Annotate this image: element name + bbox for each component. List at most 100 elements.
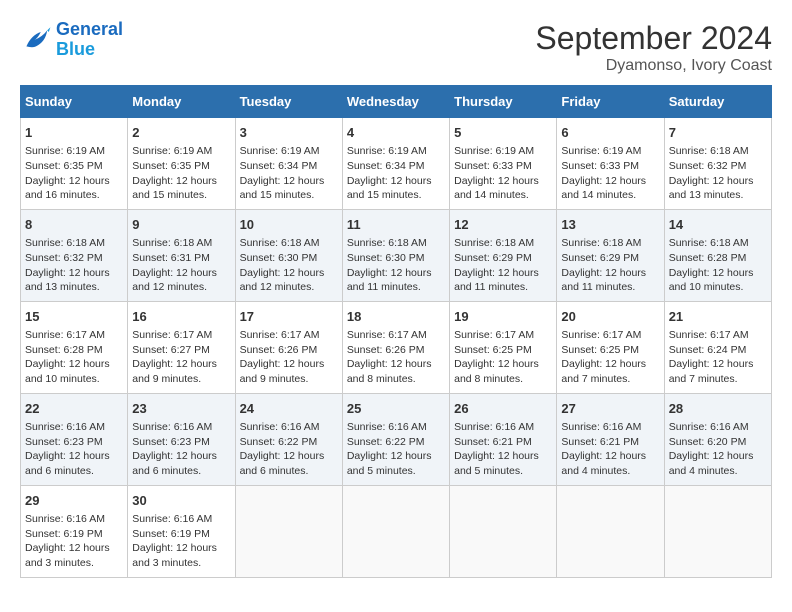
day-cell: [664, 485, 771, 577]
daylight-minutes: and 14 minutes.: [454, 189, 529, 201]
day-number: 4: [347, 124, 445, 142]
day-cell: 14 Sunrise: 6:18 AM Sunset: 6:28 PM Dayl…: [664, 209, 771, 301]
daylight-label: Daylight: 12 hours: [25, 542, 110, 554]
day-cell: 13 Sunrise: 6:18 AM Sunset: 6:29 PM Dayl…: [557, 209, 664, 301]
day-number: 14: [669, 216, 767, 234]
day-cell: 24 Sunrise: 6:16 AM Sunset: 6:22 PM Dayl…: [235, 393, 342, 485]
day-cell: 27 Sunrise: 6:16 AM Sunset: 6:21 PM Dayl…: [557, 393, 664, 485]
daylight-label: Daylight: 12 hours: [347, 358, 432, 370]
day-cell: 20 Sunrise: 6:17 AM Sunset: 6:25 PM Dayl…: [557, 301, 664, 393]
sunrise-label: Sunrise: 6:18 AM: [454, 237, 534, 249]
daylight-minutes: and 12 minutes.: [240, 281, 315, 293]
day-cell: 3 Sunrise: 6:19 AM Sunset: 6:34 PM Dayli…: [235, 118, 342, 210]
sunrise-label: Sunrise: 6:16 AM: [25, 513, 105, 525]
day-cell: 18 Sunrise: 6:17 AM Sunset: 6:26 PM Dayl…: [342, 301, 449, 393]
daylight-label: Daylight: 12 hours: [454, 358, 539, 370]
sunrise-label: Sunrise: 6:16 AM: [240, 421, 320, 433]
daylight-label: Daylight: 12 hours: [454, 175, 539, 187]
daylight-label: Daylight: 12 hours: [347, 450, 432, 462]
day-cell: 9 Sunrise: 6:18 AM Sunset: 6:31 PM Dayli…: [128, 209, 235, 301]
daylight-minutes: and 3 minutes.: [25, 557, 94, 569]
sunrise-label: Sunrise: 6:19 AM: [561, 145, 641, 157]
day-cell: 15 Sunrise: 6:17 AM Sunset: 6:28 PM Dayl…: [21, 301, 128, 393]
day-number: 29: [25, 492, 123, 510]
sunrise-label: Sunrise: 6:19 AM: [454, 145, 534, 157]
daylight-minutes: and 8 minutes.: [347, 373, 416, 385]
day-cell: 6 Sunrise: 6:19 AM Sunset: 6:33 PM Dayli…: [557, 118, 664, 210]
day-number: 7: [669, 124, 767, 142]
day-cell: [235, 485, 342, 577]
day-number: 23: [132, 400, 230, 418]
daylight-label: Daylight: 12 hours: [132, 450, 217, 462]
location-title: Dyamonso, Ivory Coast: [535, 57, 772, 75]
daylight-minutes: and 7 minutes.: [669, 373, 738, 385]
day-cell: 1 Sunrise: 6:19 AM Sunset: 6:35 PM Dayli…: [21, 118, 128, 210]
header-day-tuesday: Tuesday: [235, 86, 342, 118]
day-cell: 29 Sunrise: 6:16 AM Sunset: 6:19 PM Dayl…: [21, 485, 128, 577]
sunrise-label: Sunrise: 6:16 AM: [347, 421, 427, 433]
sunset-label: Sunset: 6:29 PM: [561, 252, 639, 264]
daylight-label: Daylight: 12 hours: [669, 450, 754, 462]
sunset-label: Sunset: 6:23 PM: [132, 436, 210, 448]
sunrise-label: Sunrise: 6:17 AM: [454, 329, 534, 341]
sunrise-label: Sunrise: 6:16 AM: [132, 421, 212, 433]
sunset-label: Sunset: 6:33 PM: [561, 160, 639, 172]
sunrise-label: Sunrise: 6:16 AM: [132, 513, 212, 525]
day-cell: 5 Sunrise: 6:19 AM Sunset: 6:33 PM Dayli…: [450, 118, 557, 210]
day-number: 2: [132, 124, 230, 142]
day-number: 17: [240, 308, 338, 326]
daylight-minutes: and 11 minutes.: [561, 281, 635, 293]
daylight-label: Daylight: 12 hours: [240, 175, 325, 187]
sunrise-label: Sunrise: 6:16 AM: [669, 421, 749, 433]
day-number: 3: [240, 124, 338, 142]
sunrise-label: Sunrise: 6:19 AM: [132, 145, 212, 157]
daylight-minutes: and 8 minutes.: [454, 373, 523, 385]
sunrise-label: Sunrise: 6:17 AM: [132, 329, 212, 341]
day-number: 5: [454, 124, 552, 142]
sunrise-label: Sunrise: 6:18 AM: [669, 145, 749, 157]
day-cell: 26 Sunrise: 6:16 AM Sunset: 6:21 PM Dayl…: [450, 393, 557, 485]
day-cell: 11 Sunrise: 6:18 AM Sunset: 6:30 PM Dayl…: [342, 209, 449, 301]
daylight-minutes: and 4 minutes.: [669, 465, 738, 477]
daylight-label: Daylight: 12 hours: [561, 267, 646, 279]
day-number: 28: [669, 400, 767, 418]
daylight-label: Daylight: 12 hours: [561, 175, 646, 187]
day-cell: 10 Sunrise: 6:18 AM Sunset: 6:30 PM Dayl…: [235, 209, 342, 301]
daylight-minutes: and 15 minutes.: [132, 189, 207, 201]
header: General Blue September 2024 Dyamonso, Iv…: [20, 20, 772, 75]
sunset-label: Sunset: 6:19 PM: [25, 528, 103, 540]
header-day-friday: Friday: [557, 86, 664, 118]
sunrise-label: Sunrise: 6:17 AM: [25, 329, 105, 341]
header-day-sunday: Sunday: [21, 86, 128, 118]
sunset-label: Sunset: 6:25 PM: [561, 344, 639, 356]
sunset-label: Sunset: 6:21 PM: [561, 436, 639, 448]
header-row: SundayMondayTuesdayWednesdayThursdayFrid…: [21, 86, 772, 118]
daylight-label: Daylight: 12 hours: [561, 358, 646, 370]
sunset-label: Sunset: 6:25 PM: [454, 344, 532, 356]
day-number: 30: [132, 492, 230, 510]
daylight-label: Daylight: 12 hours: [25, 175, 110, 187]
sunset-label: Sunset: 6:29 PM: [454, 252, 532, 264]
sunrise-label: Sunrise: 6:16 AM: [561, 421, 641, 433]
daylight-minutes: and 6 minutes.: [240, 465, 309, 477]
daylight-minutes: and 9 minutes.: [132, 373, 201, 385]
header-day-monday: Monday: [128, 86, 235, 118]
day-cell: 16 Sunrise: 6:17 AM Sunset: 6:27 PM Dayl…: [128, 301, 235, 393]
sunset-label: Sunset: 6:31 PM: [132, 252, 210, 264]
sunset-label: Sunset: 6:28 PM: [25, 344, 103, 356]
day-cell: [557, 485, 664, 577]
day-cell: 12 Sunrise: 6:18 AM Sunset: 6:29 PM Dayl…: [450, 209, 557, 301]
day-number: 10: [240, 216, 338, 234]
sunrise-label: Sunrise: 6:17 AM: [669, 329, 749, 341]
day-cell: 30 Sunrise: 6:16 AM Sunset: 6:19 PM Dayl…: [128, 485, 235, 577]
day-cell: 25 Sunrise: 6:16 AM Sunset: 6:22 PM Dayl…: [342, 393, 449, 485]
daylight-label: Daylight: 12 hours: [669, 175, 754, 187]
day-cell: 2 Sunrise: 6:19 AM Sunset: 6:35 PM Dayli…: [128, 118, 235, 210]
daylight-minutes: and 10 minutes.: [669, 281, 744, 293]
day-cell: 22 Sunrise: 6:16 AM Sunset: 6:23 PM Dayl…: [21, 393, 128, 485]
daylight-minutes: and 5 minutes.: [454, 465, 523, 477]
sunrise-label: Sunrise: 6:18 AM: [561, 237, 641, 249]
day-number: 20: [561, 308, 659, 326]
daylight-minutes: and 15 minutes.: [347, 189, 422, 201]
day-number: 12: [454, 216, 552, 234]
